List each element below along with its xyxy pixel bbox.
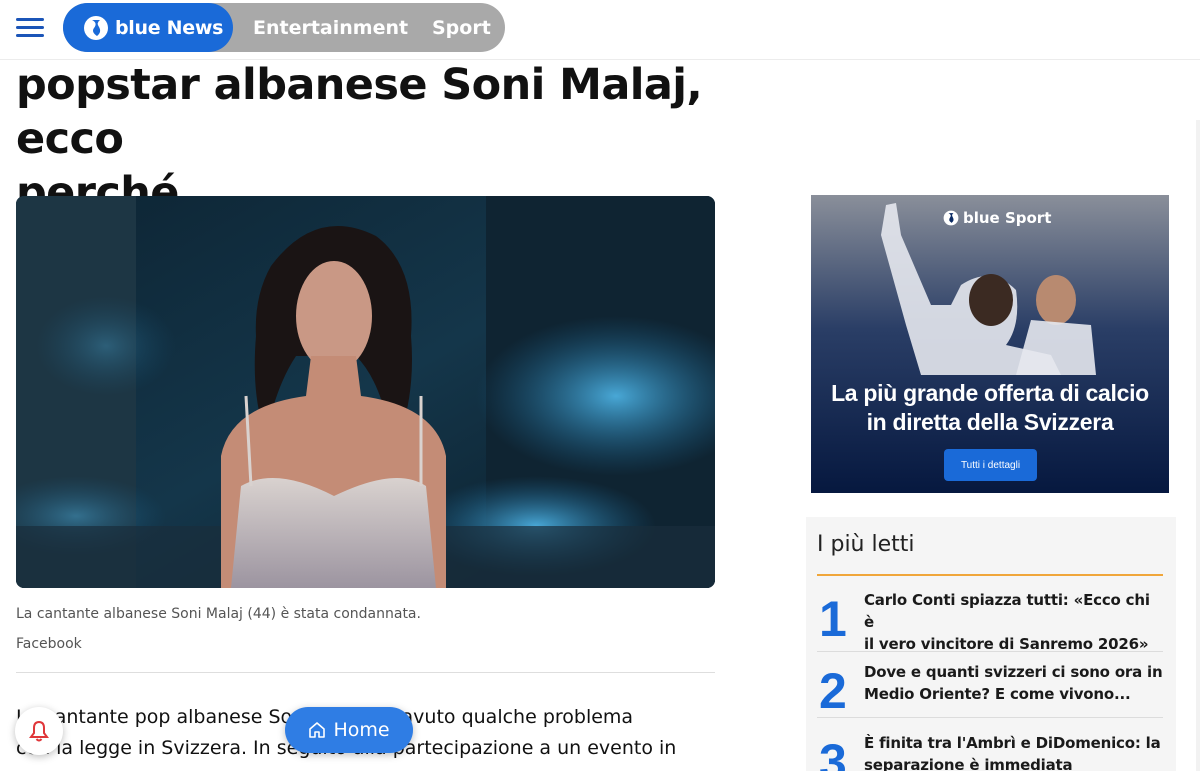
tab-sport[interactable]: Sport <box>432 3 491 52</box>
headline-line-1: popstar albanese Soni Malaj, ecco <box>16 60 703 164</box>
most-read-headline: È finita tra l'Ambrì e DiDomenico: la se… <box>864 732 1164 771</box>
page-scrollbar-track[interactable] <box>1196 120 1200 771</box>
home-button-label: Home <box>333 719 390 741</box>
most-read-item-3[interactable]: 3 È finita tra l'Ambrì e DiDomenico: la … <box>817 730 1163 771</box>
home-icon <box>309 722 326 738</box>
most-read-headline: Dove e quanti svizzeri ci sono ora in Me… <box>864 661 1164 705</box>
top-navigation-bar: blue News Entertainment Sport <box>0 0 1200 60</box>
most-read-item-1[interactable]: 1 Carlo Conti spiazza tutti: «Ecco chi è… <box>817 587 1163 653</box>
headline-line: Carlo Conti spiazza tutti: «Ecco chi è <box>864 591 1150 631</box>
most-read-accent-line <box>817 574 1163 576</box>
blue-sport-logo: blue Sport <box>943 209 1051 227</box>
item-divider <box>817 651 1163 652</box>
caption-divider <box>16 672 715 673</box>
blue-sport-advertisement[interactable]: blue Sport La più grande offerta di calc… <box>811 195 1169 493</box>
ad-details-button[interactable]: Tutti i dettagli <box>944 449 1037 481</box>
home-button[interactable]: Home <box>285 707 413 753</box>
most-read-title: I più letti <box>817 532 915 557</box>
headline-line: È finita tra l'Ambrì e DiDomenico: la <box>864 734 1161 752</box>
bell-icon <box>29 720 49 742</box>
most-read-widget: I più letti 1 Carlo Conti spiazza tutti:… <box>806 517 1176 771</box>
headline-line: separazione è immediata <box>864 756 1073 771</box>
ad-headline: La più grande offerta di calcio in diret… <box>811 379 1169 437</box>
section-nav: blue News Entertainment Sport <box>63 3 505 52</box>
tab-entertainment[interactable]: Entertainment <box>253 3 408 52</box>
blue-news-logo-icon <box>84 15 108 40</box>
hamburger-menu-icon[interactable] <box>16 16 44 38</box>
rank-number: 2 <box>819 663 847 719</box>
headline-line: Dove e quanti svizzeri ci sono ora in <box>864 663 1163 681</box>
headline-line: Medio Oriente? E come vivono... <box>864 685 1131 703</box>
item-divider <box>817 717 1163 718</box>
rank-number: 3 <box>819 734 847 771</box>
blue-news-logo-button[interactable]: blue News <box>63 3 233 52</box>
most-read-headline: Carlo Conti spiazza tutti: «Ecco chi è i… <box>864 589 1164 655</box>
ad-headline-line-1: La più grande offerta di calcio <box>831 380 1149 406</box>
article-hero-image <box>16 196 715 588</box>
rank-number: 1 <box>819 591 847 647</box>
ad-brand-name: blue Sport <box>963 209 1052 227</box>
image-caption: La cantante albanese Soni Malaj (44) è s… <box>16 606 421 622</box>
notification-bell-button[interactable] <box>15 707 63 755</box>
blue-sport-logo-icon <box>943 210 959 226</box>
ad-headline-line-2: in diretta della Svizzera <box>866 409 1114 435</box>
most-read-item-2[interactable]: 2 Dove e quanti svizzeri ci sono ora in … <box>817 659 1164 719</box>
brand-name: blue News <box>115 16 224 39</box>
image-credit: Facebook <box>16 636 82 652</box>
